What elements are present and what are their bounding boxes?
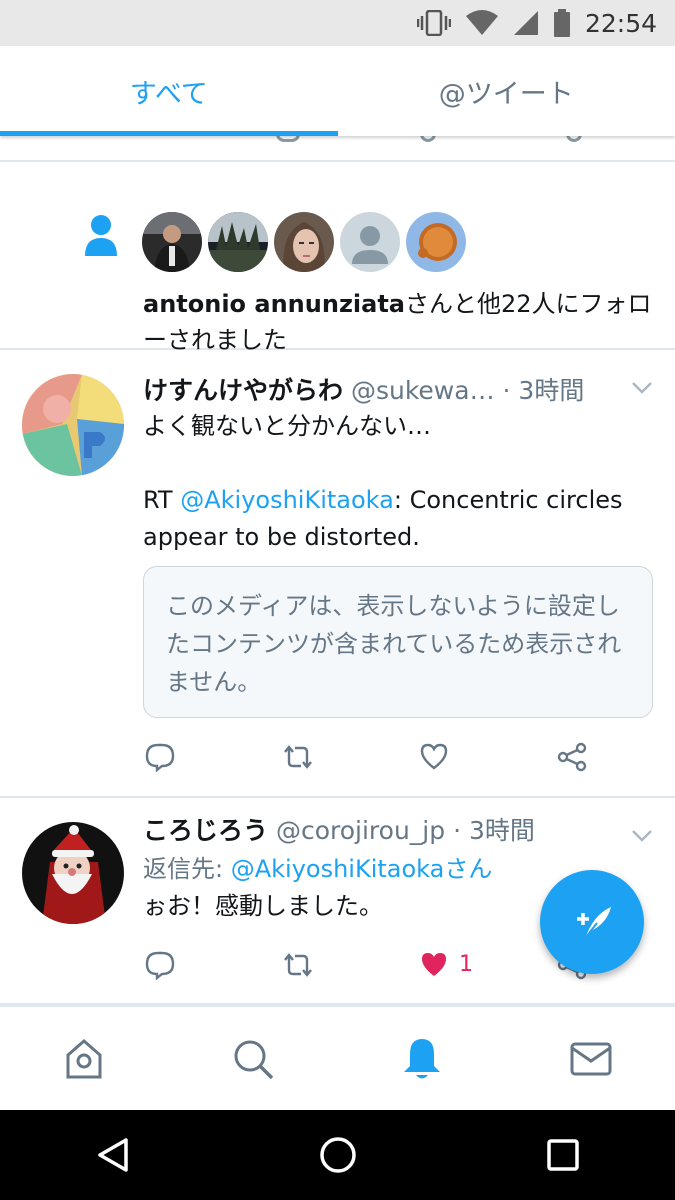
reply-icon[interactable] bbox=[145, 950, 175, 980]
back-triangle-icon bbox=[97, 1138, 128, 1172]
follower-avatar[interactable] bbox=[142, 212, 202, 272]
tweet-author-name[interactable]: ころじろう bbox=[143, 816, 268, 845]
tweet-text: よく観ないと分かんない… RT @AkiyoshiKitaoka: Concen… bbox=[143, 408, 658, 556]
scrolled-off-tweet-actions bbox=[0, 136, 675, 162]
like-count: 1 bbox=[459, 951, 473, 977]
notification-tabs: すべて @ツイート bbox=[0, 46, 675, 136]
tweet-actions: 1 bbox=[143, 950, 603, 990]
vibrate-icon bbox=[416, 10, 451, 36]
tweet-author-handle[interactable]: @corojirou_jp bbox=[276, 816, 445, 845]
follower-avatars bbox=[142, 212, 466, 272]
follow-notification-text: antonio annunziataさんと他22人にフォローされました bbox=[143, 286, 663, 358]
tab-all[interactable]: すべて bbox=[0, 46, 338, 136]
retweet-icon[interactable] bbox=[281, 950, 315, 980]
bottom-navigation bbox=[0, 1005, 675, 1110]
compose-feather-icon bbox=[577, 907, 611, 942]
rt-prefix: RT bbox=[143, 486, 181, 514]
twitter-notifications-screen: 22:54 すべて @ツイート antonio annunziataさんと他22… bbox=[0, 0, 675, 1200]
liked-heart-icon bbox=[422, 953, 446, 976]
system-recents-button[interactable] bbox=[450, 1110, 675, 1200]
tweet-card[interactable]: けすんけやがらわ @sukewa… · 3時間 よく観ないと分かんない… RT … bbox=[0, 352, 675, 798]
nav-notifications[interactable] bbox=[338, 1007, 507, 1110]
search-icon bbox=[234, 1040, 274, 1079]
nav-messages[interactable] bbox=[506, 1007, 675, 1110]
tweet-text-line: よく観ないと分かんない… bbox=[143, 412, 431, 440]
messages-envelope-icon bbox=[570, 1042, 612, 1075]
follower-avatar[interactable] bbox=[274, 212, 334, 272]
user-avatar[interactable] bbox=[22, 374, 124, 476]
mention-link[interactable]: @AkiyoshiKitaoka bbox=[180, 486, 394, 514]
home-icon bbox=[66, 1038, 102, 1078]
battery-icon bbox=[553, 9, 571, 37]
tweet-header: けすんけやがらわ @sukewa… · 3時間 bbox=[143, 374, 625, 408]
compose-tweet-button[interactable] bbox=[540, 870, 644, 974]
active-tab-indicator bbox=[0, 131, 338, 136]
reply-prefix: 返信先: bbox=[143, 855, 231, 883]
retweet-icon[interactable] bbox=[281, 742, 315, 772]
chevron-down-icon[interactable] bbox=[631, 380, 653, 399]
retweet-quote-text: RT @AkiyoshiKitaoka: Concentric circles … bbox=[143, 482, 658, 556]
tab-mentions[interactable]: @ツイート bbox=[338, 46, 675, 136]
home-circle-icon bbox=[319, 1137, 356, 1173]
tweet-author-name[interactable]: けすんけやがらわ bbox=[143, 376, 343, 405]
follower-avatar[interactable] bbox=[406, 212, 466, 272]
follow-notification[interactable]: antonio annunziataさんと他22人にフォローされました bbox=[0, 164, 675, 354]
tweet-timestamp: · 3時間 bbox=[453, 816, 535, 845]
status-bar: 22:54 bbox=[0, 0, 675, 46]
tweet-timestamp: · 3時間 bbox=[502, 376, 585, 405]
tweet-actions bbox=[143, 742, 603, 782]
like-heart-icon[interactable] bbox=[419, 742, 449, 770]
share-icon[interactable] bbox=[557, 742, 587, 772]
reply-target-link[interactable]: @AkiyoshiKitaokaさん bbox=[231, 855, 493, 883]
status-time: 22:54 bbox=[584, 8, 657, 38]
system-back-button[interactable] bbox=[0, 1110, 225, 1200]
wifi-icon bbox=[465, 10, 499, 36]
sensitive-media-notice[interactable]: このメディアは、表示しないように設定したコンテンツが含まれているため表示されませ… bbox=[143, 566, 653, 718]
follower-avatar[interactable] bbox=[208, 212, 268, 272]
user-avatar[interactable] bbox=[22, 822, 124, 924]
cell-signal-icon bbox=[513, 10, 539, 36]
notifications-bell-icon bbox=[403, 1038, 440, 1078]
system-navigation-bar bbox=[0, 1110, 675, 1200]
tweet-author-handle[interactable]: @sukewa… bbox=[351, 376, 495, 405]
reply-icon[interactable] bbox=[145, 742, 175, 772]
recents-square-icon bbox=[546, 1139, 579, 1171]
nav-home[interactable] bbox=[0, 1007, 169, 1110]
follower-name[interactable]: antonio annunziata bbox=[143, 290, 405, 318]
person-follow-icon bbox=[84, 214, 118, 262]
chevron-down-icon[interactable] bbox=[631, 828, 653, 847]
tweet-header: ころじろう @corojirou_jp · 3時間 bbox=[143, 814, 625, 848]
like-button[interactable]: 1 bbox=[419, 950, 473, 978]
nav-search[interactable] bbox=[169, 1007, 338, 1110]
system-home-button[interactable] bbox=[225, 1110, 450, 1200]
default-avatar[interactable] bbox=[340, 212, 400, 272]
